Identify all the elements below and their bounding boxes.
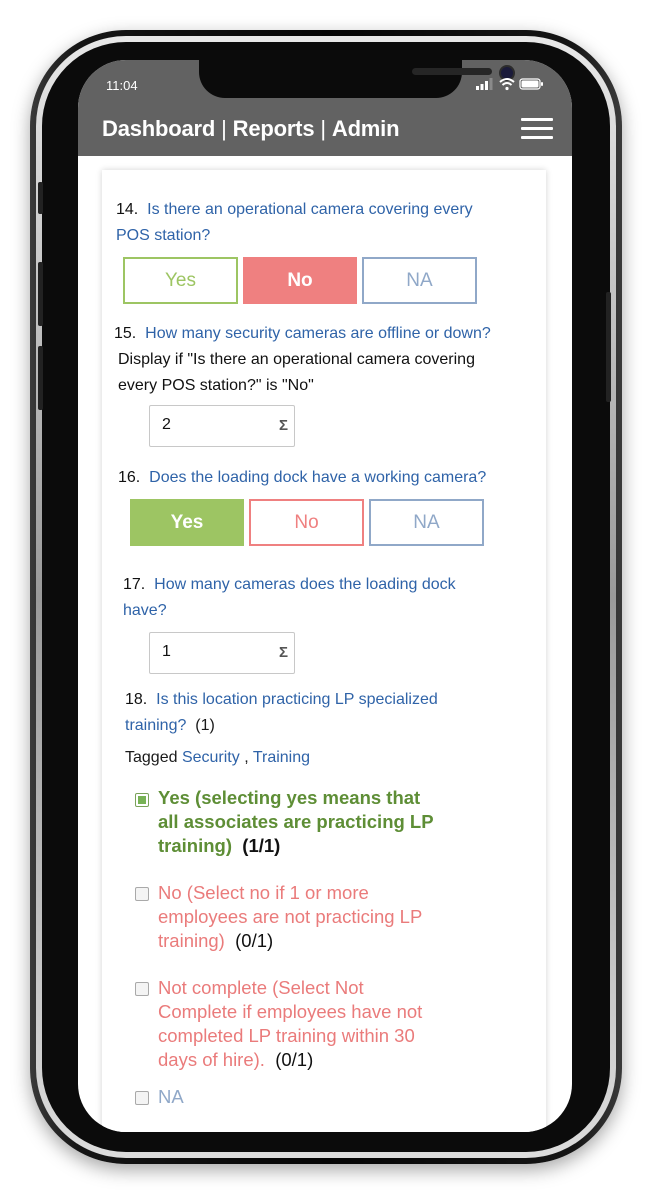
choice-yes-checkbox[interactable] [135, 793, 149, 807]
question-18-tags: Tagged Security , Training [125, 749, 311, 766]
volume-up-button [38, 262, 43, 326]
q14-yes-button[interactable]: Yes [123, 257, 238, 304]
phone-screen: 11:04 Dashboard | Reports | Admin 14. Is the… [78, 60, 572, 1132]
question-18-score: (1) [195, 717, 215, 734]
choice-yes-score: (1/1) [242, 835, 281, 856]
choice-not-complete[interactable]: Not complete (Select Not Complete if emp… [158, 976, 538, 1072]
nav-admin-link[interactable]: Admin [332, 116, 400, 141]
question-15: 15. How many security cameras are offlin… [114, 325, 491, 342]
top-nav: Dashboard | Reports | Admin [102, 116, 400, 142]
sigma-icon: Σ [279, 644, 289, 661]
choice-not-complete-checkbox[interactable] [135, 982, 149, 996]
signal-wifi-battery-icon [476, 78, 543, 91]
nav-dashboard-link[interactable]: Dashboard [102, 116, 215, 141]
question-15-text[interactable]: How many security cameras are offline or… [145, 325, 491, 342]
question-16: 16. Does the loading dock have a working… [118, 469, 487, 486]
q17-number-input[interactable]: 1 [149, 632, 295, 674]
question-17-text[interactable]: How many cameras does the loading dock [154, 576, 456, 593]
question-17: 17. How many cameras does the loading do… [123, 576, 456, 619]
power-button [606, 292, 611, 402]
volume-down-button [38, 346, 43, 410]
checklist-card: 14. Is there an operational camera cover… [102, 170, 546, 1132]
question-14-text-cont[interactable]: POS station? [116, 227, 210, 244]
choice-no-checkbox[interactable] [135, 887, 149, 901]
q16-no-button[interactable]: No [249, 499, 364, 546]
choice-na-checkbox[interactable] [135, 1091, 149, 1105]
q14-na-button[interactable]: NA [362, 257, 477, 304]
choice-no-score: (0/1) [235, 930, 274, 951]
nav-reports-link[interactable]: Reports [233, 116, 315, 141]
nav-separator: | [221, 116, 227, 141]
choice-no[interactable]: No (Select no if 1 or more employees are… [158, 881, 538, 953]
tag-training[interactable]: Training [253, 749, 310, 766]
question-18-text[interactable]: Is this location practicing LP specializ… [156, 691, 438, 708]
question-15-condition: Display if "Is there an operational came… [118, 351, 475, 394]
notch [199, 60, 515, 98]
question-14-text[interactable]: Is there an operational camera covering … [147, 201, 473, 218]
q16-yes-button[interactable]: Yes [130, 499, 244, 546]
question-16-text[interactable]: Does the loading dock have a working cam… [149, 469, 486, 486]
speaker [412, 68, 492, 75]
choice-na[interactable]: NA [158, 1085, 538, 1109]
question-18: 18. Is this location practicing LP speci… [125, 691, 438, 734]
choice-not-complete-score: (0/1) [275, 1049, 314, 1070]
q14-no-button[interactable]: No [243, 257, 357, 304]
sigma-icon: Σ [279, 417, 289, 434]
question-18-text-cont[interactable]: training? [125, 717, 186, 734]
q16-na-button[interactable]: NA [369, 499, 484, 546]
question-14: 14. Is there an operational camera cover… [116, 201, 473, 244]
nav-separator: | [320, 116, 326, 141]
status-time: 11:04 [106, 78, 138, 93]
q15-number-input[interactable]: 2 [149, 405, 295, 447]
hamburger-icon[interactable] [521, 118, 553, 140]
tag-security[interactable]: Security [182, 749, 240, 766]
status-icons [476, 77, 546, 94]
mute-switch [38, 182, 43, 214]
question-17-text-cont[interactable]: have? [123, 602, 167, 619]
choice-yes[interactable]: Yes (selecting yes means that all associ… [158, 786, 538, 858]
